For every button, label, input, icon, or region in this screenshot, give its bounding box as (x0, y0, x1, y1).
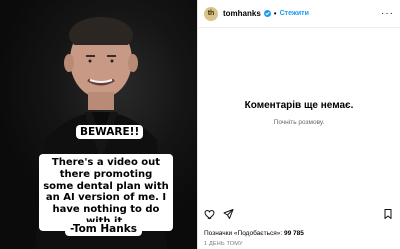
verified-badge-icon (263, 10, 271, 17)
message-text: There's a video out there promoting some… (39, 154, 173, 231)
avatar-initials: th (207, 10, 215, 17)
post-actions (198, 207, 400, 221)
more-options-icon[interactable]: ··· (381, 8, 394, 19)
post-details-panel: th tomhanks • Стежити ··· Коментарів ще … (197, 0, 400, 249)
likes-label: Позначки «Подобається»: (204, 230, 283, 237)
post-viewer: BEWARE!! There's a video out there promo… (0, 0, 400, 249)
no-comments-title: Коментарів ще немає. (244, 100, 354, 111)
post-header: th tomhanks • Стежити ··· (198, 0, 400, 28)
username-link[interactable]: tomhanks (223, 9, 261, 18)
avatar[interactable]: th (204, 6, 218, 21)
follow-button[interactable]: Стежити (280, 10, 309, 17)
heart-icon[interactable] (204, 208, 216, 220)
separator-dot: • (273, 9, 277, 18)
bookmark-icon[interactable] (382, 208, 394, 220)
comments-empty-state: Коментарів ще немає. Почніть розмову. (198, 100, 400, 126)
post-media[interactable]: BEWARE!! There's a video out there promo… (0, 0, 197, 249)
likes-line: Позначки «Подобається»: 99 785 (204, 230, 304, 237)
checkmark-icon (265, 11, 270, 16)
signature-text: -Tom Hanks (65, 222, 142, 237)
post-time[interactable]: 1 ДЕНЬ ТОМУ (204, 241, 243, 247)
likes-count[interactable]: 99 785 (284, 230, 304, 237)
beware-label: BEWARE!! (76, 125, 144, 140)
share-icon[interactable] (222, 208, 234, 220)
start-conversation-text: Почніть розмову. (273, 119, 325, 126)
